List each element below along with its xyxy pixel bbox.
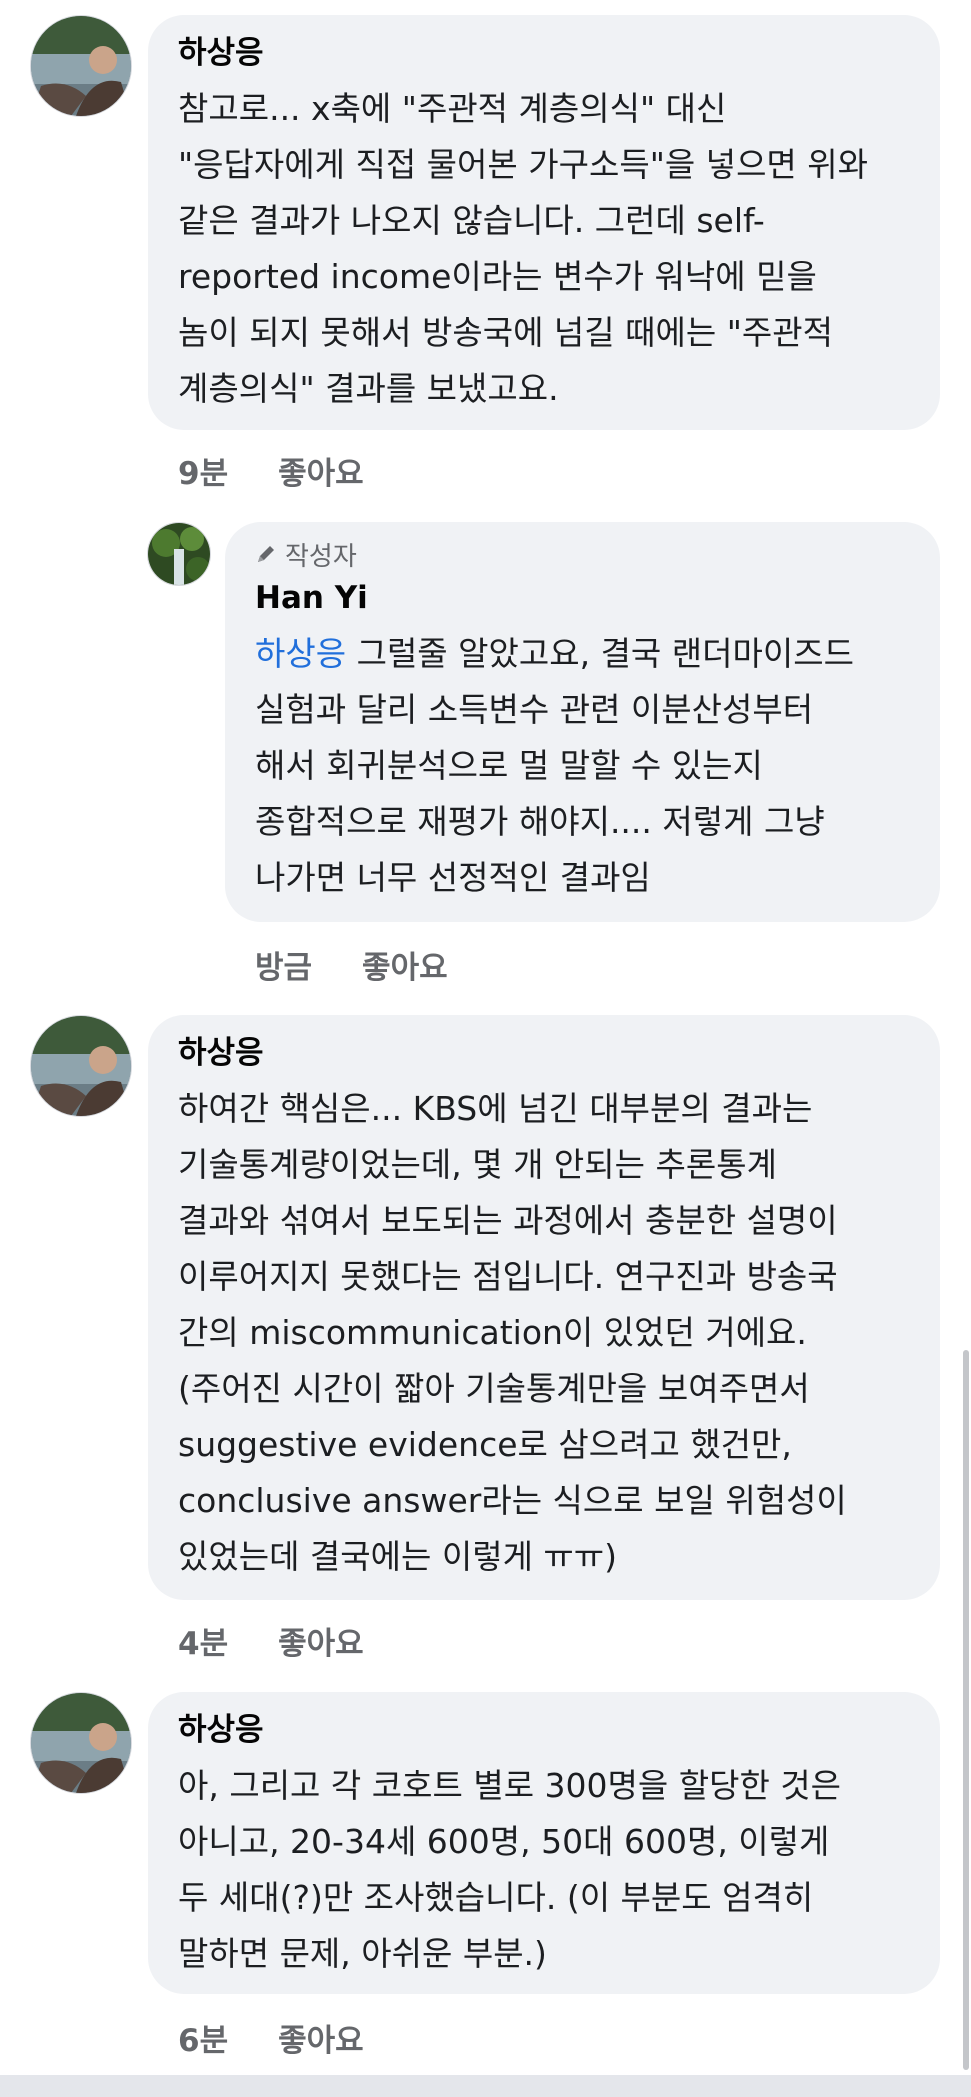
comment-text: 하상응 그럴줄 알았고요, 결국 랜더마이즈드 실험과 달리 소득변수 관련 이…: [255, 626, 910, 906]
comment-actions: 9분 좋아요: [178, 448, 364, 493]
comment-actions: 방금 좋아요: [255, 942, 448, 987]
comment-bubble: 하상응 아, 그리고 각 코호트 별로 300명을 할당한 것은 아니고, 20…: [148, 1692, 940, 1994]
avatar[interactable]: [147, 522, 211, 586]
comment-time[interactable]: 9분: [178, 448, 228, 493]
avatar-photo: [31, 1016, 131, 1116]
comment-time[interactable]: 4분: [178, 1618, 228, 1663]
avatar[interactable]: [30, 15, 132, 117]
bottom-bar: [0, 2075, 971, 2097]
comment-text: 아, 그리고 각 코호트 별로 300명을 할당한 것은 아니고, 20-34세…: [178, 1766, 842, 1973]
comment-author[interactable]: Han Yi: [255, 578, 910, 618]
comment-author[interactable]: 하상응: [178, 1033, 910, 1073]
comment-author[interactable]: 하상응: [178, 33, 910, 73]
comment-text: 참고로... x축에 "주관적 계층의식" 대신 "응답자에게 직접 물어본 가…: [178, 89, 869, 408]
comment-bubble: 하상응 하여간 핵심은... KBS에 넘긴 대부분의 결과는 기술통계량이었는…: [148, 1015, 940, 1600]
mention-link[interactable]: 하상응: [255, 634, 346, 673]
comment-actions: 4분 좋아요: [178, 1618, 364, 1663]
like-button[interactable]: 좋아요: [362, 942, 448, 987]
comment-body: 그럴줄 알았고요, 결국 랜더마이즈드 실험과 달리 소득변수 관련 이분산성부…: [255, 634, 854, 897]
avatar-photo: [148, 523, 210, 585]
like-button[interactable]: 좋아요: [278, 448, 364, 493]
comment-time[interactable]: 방금: [255, 942, 312, 987]
avatar[interactable]: [30, 1015, 132, 1117]
scrollbar[interactable]: [963, 1350, 969, 2070]
avatar[interactable]: [30, 1692, 132, 1794]
author-badge-label: 작성자: [285, 542, 357, 572]
like-button[interactable]: 좋아요: [278, 2015, 364, 2060]
comment-time[interactable]: 6분: [178, 2015, 228, 2060]
avatar-photo: [31, 1693, 131, 1793]
comment-text: 하여간 핵심은... KBS에 넘긴 대부분의 결과는 기술통계량이었는데, 몇…: [178, 1089, 847, 1576]
like-button[interactable]: 좋아요: [278, 1618, 364, 1663]
reply-bubble: 작성자 Han Yi 하상응 그럴줄 알았고요, 결국 랜더마이즈드 실험과 달…: [225, 522, 940, 922]
pencil-icon: [255, 540, 277, 574]
author-badge: 작성자: [255, 540, 910, 574]
comment-author[interactable]: 하상응: [178, 1710, 910, 1750]
comment-actions: 6분 좋아요: [178, 2015, 364, 2060]
avatar-photo: [31, 16, 131, 116]
comment-bubble: 하상응 참고로... x축에 "주관적 계층의식" 대신 "응답자에게 직접 물…: [148, 15, 940, 430]
